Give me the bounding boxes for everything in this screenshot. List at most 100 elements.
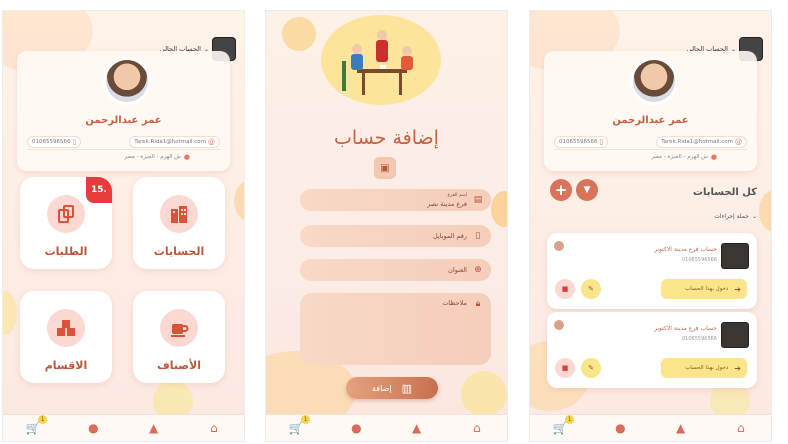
tile-label: الطلبات bbox=[44, 245, 88, 258]
cart-badge: 1 bbox=[38, 415, 48, 424]
tile-label: الأصناف bbox=[157, 359, 201, 372]
cart-badge: 1 bbox=[565, 415, 575, 424]
filter-button[interactable]: ▼ bbox=[576, 179, 598, 201]
location-pin-icon: ● bbox=[183, 153, 190, 161]
add-account-button[interactable]: + bbox=[550, 179, 572, 201]
user-icon[interactable]: ● bbox=[85, 420, 101, 436]
address-row: ش الهرم - الجيزة - مصر ● bbox=[124, 153, 190, 161]
select-radio[interactable] bbox=[554, 320, 564, 330]
add-account-screen: إضافة حساب ▣ اسم الفرع فرع مدينة نصر ▤ ر… bbox=[265, 10, 508, 442]
bell-icon[interactable]: ▲ bbox=[146, 420, 162, 436]
decor-blob bbox=[461, 371, 507, 417]
home-icon[interactable]: ⌂ bbox=[733, 420, 749, 436]
tile-orders[interactable]: 15. ? الطلبات bbox=[20, 177, 112, 269]
login-as-account-button[interactable]: دخول بهذا الحساب ➔ bbox=[661, 279, 747, 299]
phone-pill: 01065596566 ▯ bbox=[27, 136, 82, 148]
tile-items[interactable]: الأصناف bbox=[133, 291, 225, 383]
email-text: Tarek.Rida1@hotmail.com bbox=[661, 139, 733, 145]
mobile-placeholder: رقم الموبايل bbox=[432, 232, 467, 240]
phone-icon: ▯ bbox=[475, 231, 481, 241]
phone-text: 01065596566 bbox=[32, 139, 71, 145]
home-icon[interactable]: ⌂ bbox=[206, 420, 222, 436]
profile-card: عمر عبدالرحمن 01065596566 ▯ Tarek.Rida1@h… bbox=[544, 51, 757, 171]
profile-card: عمر عبدالرحمن 01065596566 ▯ Tarek.Rida1@h… bbox=[17, 51, 230, 171]
chevron-down-icon: ⌄ bbox=[751, 213, 757, 220]
phone-icon: ▯ bbox=[72, 138, 77, 146]
edit-icon: ✎ bbox=[588, 364, 594, 372]
select-radio[interactable] bbox=[554, 241, 564, 251]
location-search-icon: ⊕ bbox=[474, 265, 482, 275]
restaurant-illustration bbox=[342, 30, 413, 95]
phone-icon: ▯ bbox=[599, 138, 604, 146]
image-upload-button[interactable]: ▣ bbox=[374, 157, 396, 179]
email-pill: Tarek.Rida1@hotmail.com @ bbox=[129, 136, 220, 148]
decor-blob bbox=[491, 191, 507, 227]
dashboard-screen: الحساب الحالي ⌄ عمر عبدالرحمن 0106559656… bbox=[2, 10, 245, 442]
login-label: دخول بهذا الحساب bbox=[685, 286, 729, 292]
submit-label: إضافة bbox=[372, 383, 392, 393]
trash-icon: ■ bbox=[561, 364, 569, 372]
trash-icon: ■ bbox=[561, 285, 569, 293]
notes-field[interactable]: ملاحظات 🔒︎ bbox=[300, 293, 491, 365]
image-icon: ▣ bbox=[380, 162, 390, 174]
address-row: ش الهرم - الجيزة - مصر ● bbox=[651, 153, 717, 161]
mobile-field[interactable]: رقم الموبايل ▯ bbox=[300, 225, 491, 247]
home-icon[interactable]: ⌂ bbox=[469, 420, 485, 436]
user-icon[interactable]: ● bbox=[348, 420, 364, 436]
building-icon: ▤ bbox=[473, 195, 483, 205]
delete-button[interactable]: ■ bbox=[555, 358, 575, 378]
decor-blob bbox=[759, 191, 771, 231]
add-submit-button[interactable]: إضافة ▥ bbox=[346, 377, 438, 399]
bell-icon[interactable]: ▲ bbox=[673, 420, 689, 436]
user-icon[interactable]: ● bbox=[612, 420, 628, 436]
order-icon: ? bbox=[47, 195, 85, 233]
edit-button[interactable]: ✎ bbox=[581, 358, 601, 378]
edit-icon: ✎ bbox=[588, 285, 594, 293]
email-pill: Tarek.Rida1@hotmail.com @ bbox=[656, 136, 747, 148]
page-title: إضافة حساب bbox=[334, 127, 439, 149]
bell-icon[interactable]: ▲ bbox=[409, 420, 425, 436]
sign-in-icon: ➔ bbox=[734, 284, 741, 294]
bottom-nav: 🛒 1 ● ▲ ⌂ bbox=[3, 414, 244, 441]
branch-name-field[interactable]: اسم الفرع فرع مدينة نصر ▤ bbox=[300, 189, 491, 211]
phone-pill: 01065596566 ▯ bbox=[554, 136, 609, 148]
tile-accounts[interactable]: الحسابات bbox=[133, 177, 225, 269]
notes-placeholder: ملاحظات bbox=[442, 299, 467, 307]
contact-row: 01065596566 ▯ Tarek.Rida1@hotmail.com @ bbox=[27, 135, 220, 150]
account-name: حساب فرع مدينة الاكتوبر bbox=[654, 246, 717, 253]
accounts-list-screen: الحساب الحالي ⌄ عمر عبدالرحمن 0106559656… bbox=[529, 10, 772, 442]
tile-label: الحسابات bbox=[153, 245, 205, 258]
filter-icon: ▼ bbox=[583, 185, 591, 195]
at-icon: @ bbox=[208, 138, 215, 146]
building-plus-icon: ▥ bbox=[401, 381, 412, 395]
decor-blob bbox=[3, 291, 17, 335]
profile-name: عمر عبدالرحمن bbox=[612, 115, 689, 126]
building-icon bbox=[160, 195, 198, 233]
branch-field-value: فرع مدينة نصر bbox=[427, 200, 467, 208]
profile-name: عمر عبدالرحمن bbox=[85, 115, 162, 126]
cart-icon[interactable]: 🛒 1 bbox=[25, 415, 48, 436]
edit-button[interactable]: ✎ bbox=[581, 279, 601, 299]
plus-icon: + bbox=[554, 181, 568, 199]
location-pin-icon: ● bbox=[710, 153, 717, 161]
lock-icon: 🔒︎ bbox=[475, 299, 481, 309]
delete-button[interactable]: ■ bbox=[555, 279, 575, 299]
account-card: حساب فرع مدينة الاكتوبر 01065596566 دخول… bbox=[547, 233, 757, 309]
bulk-actions-label: جملة إجراءات bbox=[714, 213, 749, 220]
account-phone: 01065596566 bbox=[682, 336, 717, 342]
address-field[interactable]: العنوان ⊕ bbox=[300, 259, 491, 281]
cart-icon[interactable]: 🛒 1 bbox=[552, 415, 575, 436]
branch-field-label: اسم الفرع bbox=[447, 193, 467, 198]
decor-blob bbox=[282, 17, 316, 51]
orders-count-badge: 15. bbox=[86, 177, 112, 203]
cubes-icon bbox=[47, 309, 85, 347]
account-phone: 01065596566 bbox=[682, 257, 717, 263]
bottom-nav: 🛒 1 ● ▲ ⌂ bbox=[266, 414, 507, 441]
tile-categories[interactable]: الاقسام bbox=[20, 291, 112, 383]
account-thumbnail bbox=[721, 322, 749, 348]
login-as-account-button[interactable]: دخول بهذا الحساب ➔ bbox=[661, 358, 747, 378]
cart-icon[interactable]: 🛒 1 bbox=[288, 415, 311, 436]
account-card: حساب فرع مدينة الاكتوبر 01065596566 دخول… bbox=[547, 312, 757, 388]
bulk-actions-dropdown[interactable]: جملة إجراءات ⌄ bbox=[714, 213, 757, 220]
contact-row: 01065596566 ▯ Tarek.Rida1@hotmail.com @ bbox=[554, 135, 747, 150]
